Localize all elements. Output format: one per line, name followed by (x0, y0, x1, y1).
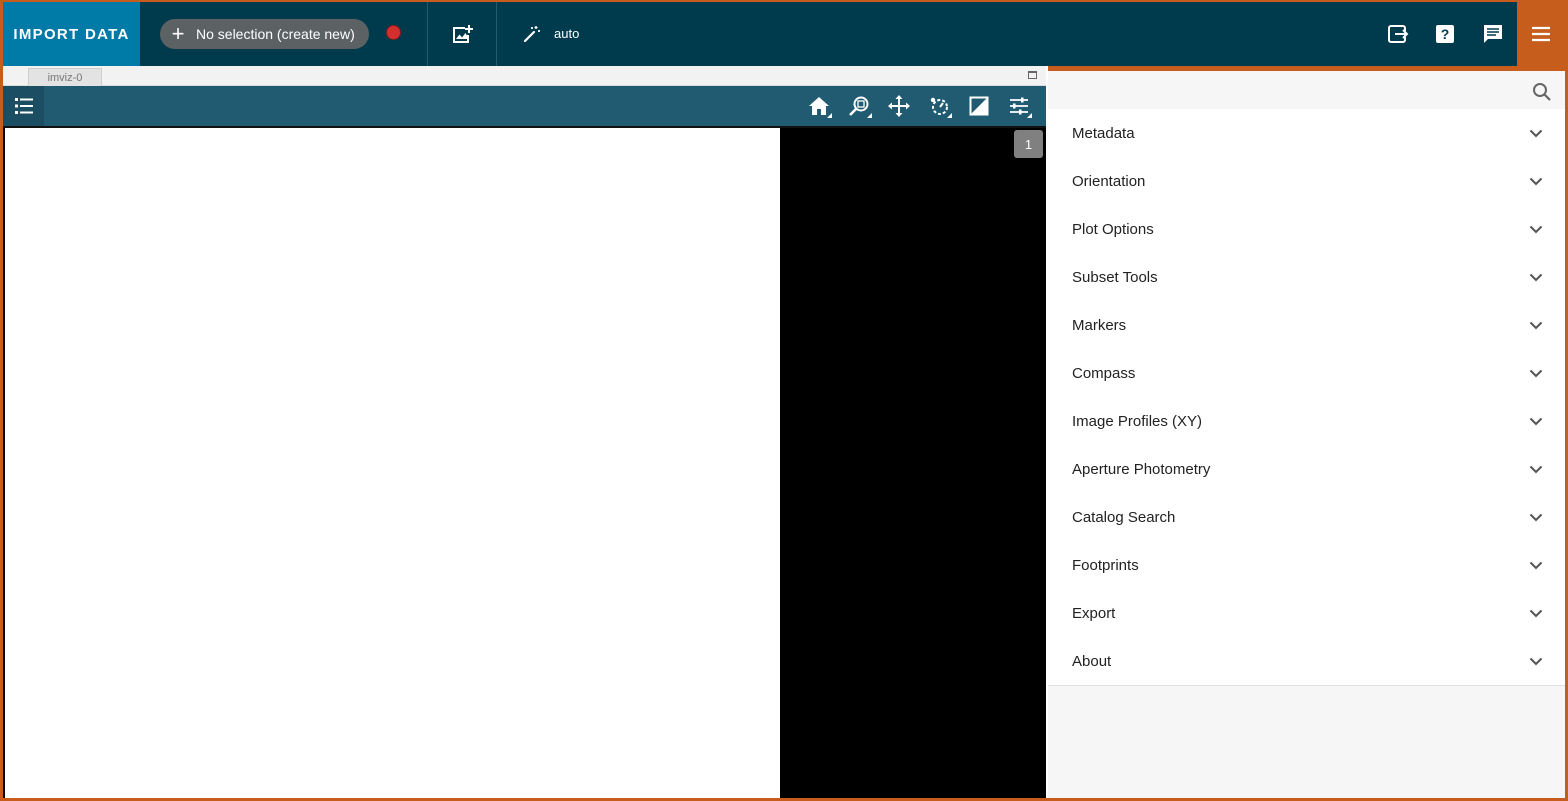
chevron-down-icon (1529, 513, 1543, 521)
plugin-item-label: Aperture Photometry (1072, 460, 1211, 478)
tool-menu-indicator (947, 113, 952, 118)
image-display (5, 128, 780, 798)
menu-icon (1532, 26, 1550, 42)
tool-menu-indicator (867, 113, 872, 118)
plugin-item-export[interactable]: Export (1048, 589, 1565, 637)
app-frame: IMPORT DATA + No selection (create new) … (0, 0, 1568, 801)
toolbar-divider (496, 2, 497, 66)
plugin-item-label: Metadata (1072, 124, 1135, 142)
plugin-item-label: Plot Options (1072, 220, 1154, 238)
plugin-item-footprints[interactable]: Footprints (1048, 541, 1565, 589)
add-image-icon[interactable] (449, 22, 475, 48)
pan-icon[interactable] (884, 92, 914, 120)
plugin-item-label: Compass (1072, 364, 1136, 382)
chevron-down-icon (1529, 609, 1543, 617)
layer-count-badge[interactable]: 1 (1014, 130, 1043, 158)
chevron-down-icon (1529, 321, 1543, 329)
app-toolbar: IMPORT DATA + No selection (create new) … (3, 2, 1565, 66)
plugin-search-bar (1048, 71, 1565, 109)
link-mode-label[interactable]: auto (554, 26, 579, 41)
image-canvas[interactable] (3, 126, 1046, 798)
viewer-tab-strip: imviz-0 (3, 66, 1046, 86)
plugin-item-label: Subset Tools (1072, 268, 1158, 286)
tool-menu-indicator (827, 113, 832, 118)
subset-select[interactable]: + No selection (create new) (160, 19, 369, 49)
chevron-down-icon (1529, 465, 1543, 473)
plugin-item-markers[interactable]: Markers (1048, 301, 1565, 349)
plugin-item-catalog-search[interactable]: Catalog Search (1048, 493, 1565, 541)
rotate-icon[interactable] (924, 92, 954, 120)
comment-icon[interactable] (1482, 23, 1504, 45)
tab-imviz-0[interactable]: imviz-0 (28, 68, 102, 86)
plugin-item-label: Footprints (1072, 556, 1139, 574)
magic-wand-icon[interactable] (522, 24, 542, 44)
chevron-down-icon (1529, 177, 1543, 185)
plugin-item-label: Orientation (1072, 172, 1146, 190)
plugin-item-compass[interactable]: Compass (1048, 349, 1565, 397)
search-icon[interactable] (1532, 82, 1552, 102)
plugin-item-label: Export (1072, 604, 1116, 622)
chevron-down-icon (1529, 561, 1543, 569)
sliders-icon[interactable] (1004, 92, 1034, 120)
plugin-item-aperture-photometry[interactable]: Aperture Photometry (1048, 445, 1565, 493)
home-icon[interactable] (804, 92, 834, 120)
chevron-down-icon (1529, 273, 1543, 281)
plugin-item-label: About (1072, 652, 1112, 670)
export-icon[interactable] (1386, 22, 1410, 46)
plus-icon: + (171, 21, 185, 46)
record-icon[interactable] (386, 25, 401, 40)
contrast-icon[interactable] (964, 92, 994, 120)
menu-button[interactable] (1517, 2, 1565, 66)
viewer-toolbar (3, 86, 1046, 126)
plugin-item-plot-options[interactable]: Plot Options (1048, 205, 1565, 253)
plugin-tray: Metadata Orientation Plot Options Subset… (1048, 66, 1565, 798)
chevron-down-icon (1529, 225, 1543, 233)
layers-list-icon[interactable] (3, 86, 44, 126)
plugin-item-image-profiles[interactable]: Image Profiles (XY) (1048, 397, 1565, 445)
plugin-item-about[interactable]: About (1048, 637, 1565, 685)
plugin-search-input[interactable] (1058, 77, 1518, 103)
chevron-down-icon (1529, 369, 1543, 377)
toolbar-divider (427, 2, 428, 66)
plugin-item-metadata[interactable]: Metadata (1048, 109, 1565, 157)
zoom-icon[interactable] (844, 92, 874, 120)
help-icon[interactable]: ? (1434, 23, 1456, 45)
subset-select-label: No selection (create new) (196, 26, 355, 42)
plugin-list: Metadata Orientation Plot Options Subset… (1048, 109, 1565, 686)
tool-menu-indicator (1027, 113, 1032, 118)
maximize-icon[interactable] (1028, 71, 1037, 79)
import-data-button[interactable]: IMPORT DATA (3, 2, 140, 66)
chevron-down-icon (1529, 129, 1543, 137)
svg-text:?: ? (1441, 26, 1450, 42)
plugin-item-orientation[interactable]: Orientation (1048, 157, 1565, 205)
chevron-down-icon (1529, 657, 1543, 665)
plugin-item-label: Image Profiles (XY) (1072, 412, 1203, 430)
chevron-down-icon (1529, 417, 1543, 425)
plugin-item-subset-tools[interactable]: Subset Tools (1048, 253, 1565, 301)
plugin-item-label: Markers (1072, 316, 1127, 334)
plugin-item-label: Catalog Search (1072, 508, 1176, 526)
